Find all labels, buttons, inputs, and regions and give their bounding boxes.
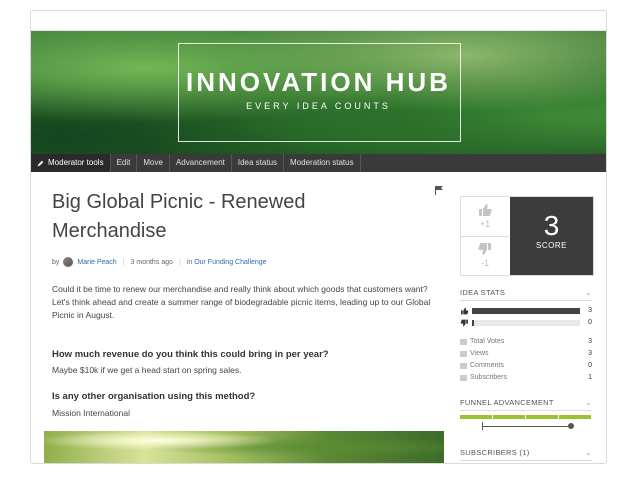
stat-label: Comments xyxy=(470,362,504,369)
answer-1: Maybe $10k if we get a head start on spr… xyxy=(52,365,242,375)
in-label: in xyxy=(186,258,193,266)
hero-subtitle: EVERY IDEA COUNTS xyxy=(246,101,391,111)
meta-separator: | xyxy=(178,258,181,266)
up-votes-bar: 3 xyxy=(460,306,592,315)
funnel-title: FUNNEL ADVANCEMENT xyxy=(460,398,554,407)
funnel-track xyxy=(483,426,571,427)
moderator-tools-label: Moderator tools xyxy=(48,158,104,167)
answer-2: Mission International xyxy=(52,408,130,418)
vote-up-label: +1 xyxy=(479,219,491,229)
eye-icon xyxy=(460,350,467,357)
funnel-heading[interactable]: FUNNEL ADVANCEMENT ⌄ xyxy=(460,398,592,411)
question-2: Is any other organisation using this met… xyxy=(52,391,256,402)
idea-stats-title: IDEA STATS xyxy=(460,288,506,297)
score-value: 3 xyxy=(543,210,560,241)
question-1: How much revenue do you think this could… xyxy=(52,349,329,360)
down-votes-value: 0 xyxy=(588,319,592,326)
funnel-stage xyxy=(559,415,592,419)
move-button[interactable]: Move xyxy=(137,154,170,172)
idea-content: Big Global Picnic - Renewed Merchandise … xyxy=(31,172,606,463)
funnel-stage xyxy=(493,415,526,419)
vote-down-label: -1 xyxy=(480,258,489,268)
user-icon xyxy=(460,374,467,381)
idea-time: 3 months ago xyxy=(130,258,173,266)
by-label: by xyxy=(52,258,60,266)
thumbs-up-icon xyxy=(479,204,492,216)
idea-status-button[interactable]: Idea status xyxy=(232,154,285,172)
meta-separator: | xyxy=(122,258,125,266)
moderator-tools-button[interactable]: Moderator tools xyxy=(31,154,111,172)
stat-label: Total Votes xyxy=(470,338,505,345)
page-frame: INNOVATION HUB EVERY IDEA COUNTS Moderat… xyxy=(30,10,607,464)
down-votes-bar: 0 xyxy=(460,318,592,327)
stat-comments: Comments 0 xyxy=(460,362,592,369)
idea-title: Big Global Picnic - Renewed Merchandise xyxy=(52,191,306,242)
vote-box: +1 -1 3 SCORE xyxy=(460,196,594,276)
pencil-icon xyxy=(37,160,44,166)
advancement-button[interactable]: Advancement xyxy=(170,154,232,172)
down-votes-fill xyxy=(472,319,475,326)
top-bar xyxy=(31,11,606,31)
idea-description: Could it be time to renew our merchandis… xyxy=(52,284,431,320)
funnel-marker xyxy=(568,423,574,429)
author-avatar[interactable] xyxy=(63,257,74,267)
chevron-down-icon: ⌄ xyxy=(584,448,592,457)
hero-title: INNOVATION HUB xyxy=(186,67,451,97)
challenge-link[interactable]: Our Funding Challenge xyxy=(194,259,266,266)
comment-icon xyxy=(460,362,467,369)
stat-views: Views 3 xyxy=(460,350,592,357)
thumbs-up-icon xyxy=(461,307,469,314)
stat-value: 3 xyxy=(588,338,592,345)
idea-stats-heading[interactable]: IDEA STATS ⌄ xyxy=(460,288,592,301)
author-link[interactable]: Marie Peach xyxy=(77,259,116,266)
moderation-status-button[interactable]: Moderation status xyxy=(284,154,361,172)
vote-up-button[interactable]: +1 xyxy=(461,197,509,237)
score-panel: 3 SCORE xyxy=(510,197,593,275)
funnel-stage xyxy=(460,415,493,419)
flag-icon[interactable] xyxy=(435,186,443,195)
funnel-stage xyxy=(526,415,559,419)
subscribers-heading[interactable]: SUBSCRIBERS (1) ⌄ xyxy=(460,448,592,461)
chevron-down-icon: ⌄ xyxy=(584,398,592,407)
up-votes-track xyxy=(472,307,580,314)
down-votes-track xyxy=(472,319,580,326)
stat-label: Views xyxy=(470,350,489,357)
idea-meta: by Marie Peach | 3 months ago | in Our F… xyxy=(52,257,267,267)
edit-button[interactable]: Edit xyxy=(111,154,138,172)
funnel-progress-bar xyxy=(460,415,592,419)
votes-icon xyxy=(460,338,467,345)
vote-down-button[interactable]: -1 xyxy=(461,236,509,275)
up-votes-value: 3 xyxy=(588,307,592,314)
moderator-toolbar: Moderator tools Edit Move Advancement Id… xyxy=(31,154,606,172)
score-label: SCORE xyxy=(536,241,567,250)
subscribers-title: SUBSCRIBERS (1) xyxy=(460,448,530,457)
stat-value: 1 xyxy=(588,374,592,381)
idea-image xyxy=(44,431,444,463)
chevron-down-icon: ⌄ xyxy=(584,288,592,297)
stat-label: Subscribers xyxy=(470,374,507,381)
thumbs-down-icon xyxy=(460,319,468,326)
stat-total-votes: Total Votes 3 xyxy=(460,338,592,345)
stat-subscribers: Subscribers 1 xyxy=(460,374,592,381)
stat-value: 3 xyxy=(588,350,592,357)
stat-value: 0 xyxy=(588,362,592,369)
up-votes-fill xyxy=(472,307,580,314)
thumbs-down-icon xyxy=(478,243,491,255)
hero-banner: INNOVATION HUB EVERY IDEA COUNTS xyxy=(31,31,606,154)
